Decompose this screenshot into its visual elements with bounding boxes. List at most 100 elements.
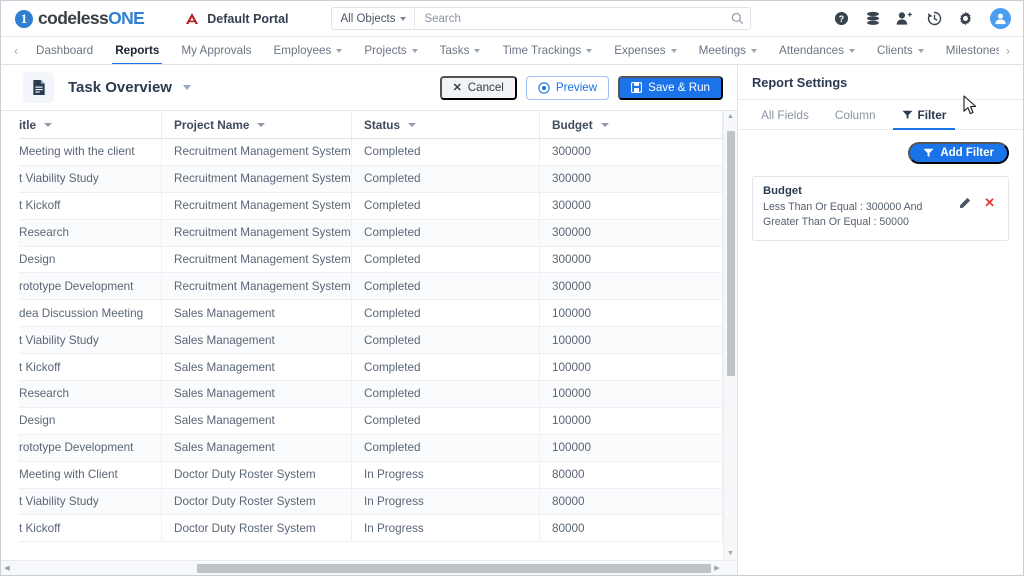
chevron-down-icon <box>586 49 593 53</box>
table-cell: t Kickoff <box>19 515 162 542</box>
table-body: Meeting with the client Recruitment Manag… <box>19 139 723 560</box>
add-filter-button[interactable]: Add Filter <box>908 142 1009 164</box>
user-avatar-icon[interactable] <box>990 8 1011 29</box>
save-and-run-button[interactable]: Save & Run <box>618 75 723 100</box>
title-chevron-down-icon[interactable] <box>182 85 191 90</box>
table-row[interactable]: t Kickoff Sales Management Completed 100000 <box>19 354 723 382</box>
help-icon[interactable]: ? <box>833 10 850 27</box>
nav-item-tasks[interactable]: Tasks <box>429 37 492 64</box>
column-header-title[interactable]: itle <box>19 111 162 138</box>
table-row[interactable]: Meeting with Client Doctor Duty Roster Sy… <box>19 461 723 489</box>
nav-scroll-right-icon[interactable]: › <box>999 37 1017 64</box>
table-row[interactable]: t Kickoff Doctor Duty Roster System In Pro… <box>19 515 723 543</box>
table-row[interactable]: Research Recruitment Management System Com… <box>19 219 723 247</box>
global-search[interactable]: All Objects <box>330 7 751 30</box>
svg-text:?: ? <box>839 14 844 24</box>
search-input[interactable] <box>415 8 726 29</box>
table-row[interactable]: Meeting with the client Recruitment Manag… <box>19 139 723 166</box>
save-and-run-button-label: Save & Run <box>648 81 710 94</box>
table-row[interactable]: dea Discussion Meeting Sales Management Co… <box>19 300 723 328</box>
table-row[interactable]: t Viability Study Sales Management Complet… <box>19 327 723 355</box>
scroll-left-icon[interactable]: ◀ <box>1 564 13 572</box>
table-cell: In Progress <box>352 515 540 542</box>
nav-scroll-left-icon[interactable]: ‹ <box>7 37 25 64</box>
settings-gear-icon[interactable] <box>957 10 974 27</box>
table-cell: Recruitment Management System <box>162 246 352 273</box>
vertical-scroll-thumb[interactable] <box>726 131 735 376</box>
sort-chevron-down-icon[interactable] <box>408 122 417 127</box>
nav-item-dashboard[interactable]: Dashboard <box>25 37 104 64</box>
table-cell: Sales Management <box>162 434 352 461</box>
nav-item-projects[interactable]: Projects <box>353 37 428 64</box>
add-user-icon[interactable] <box>895 10 912 27</box>
table-row[interactable]: t Viability Study Doctor Duty Roster Syst… <box>19 488 723 516</box>
database-icon[interactable] <box>864 10 881 27</box>
nav-item-milestones[interactable]: Milestones <box>935 37 999 64</box>
page-title: Task Overview <box>68 79 172 96</box>
settings-tab-column[interactable]: Column <box>822 100 889 129</box>
settings-tab-label: Column <box>834 107 876 122</box>
scroll-down-icon[interactable]: ▼ <box>727 550 734 557</box>
nav-item-expenses[interactable]: Expenses <box>603 37 687 64</box>
table-row[interactable]: t Kickoff Recruitment Management System Co… <box>19 192 723 220</box>
table-cell: t Kickoff <box>19 354 162 381</box>
table-cell: Recruitment Management System <box>162 165 352 192</box>
settings-tab-filter[interactable]: Filter <box>889 100 960 130</box>
column-header-budget[interactable]: Budget <box>540 111 723 138</box>
sort-chevron-down-icon[interactable] <box>600 122 609 127</box>
search-icon[interactable] <box>726 12 750 25</box>
table-cell: 100000 <box>540 407 723 434</box>
table-row[interactable]: t Viability Study Recruitment Management … <box>19 165 723 193</box>
app-logo[interactable]: 1 codelessONE <box>15 8 145 29</box>
table-cell: Sales Management <box>162 354 352 381</box>
table-cell: Recruitment Management System <box>162 219 352 246</box>
table-cell: 100000 <box>540 327 723 354</box>
portal-label: Default Portal <box>207 11 289 26</box>
table-cell: Research <box>19 219 162 246</box>
chevron-down-icon <box>917 49 924 53</box>
table-horizontal-scrollbar[interactable]: ◀ ▶ <box>1 560 737 575</box>
history-icon[interactable] <box>926 10 943 27</box>
search-scope-dropdown[interactable]: All Objects <box>332 8 416 29</box>
nav-item-time-trackings[interactable]: Time Trackings <box>491 37 603 64</box>
nav-item-employees[interactable]: Employees <box>263 37 354 64</box>
logo-wordmark: codelessONE <box>38 8 145 29</box>
nav-item-meetings[interactable]: Meetings <box>688 37 768 64</box>
scroll-right-icon[interactable]: ▶ <box>711 564 723 572</box>
cancel-button[interactable]: ✕ Cancel <box>439 75 517 100</box>
filter-card: Budget Less Than Or Equal : 300000 And Gre… <box>752 176 1009 241</box>
horizontal-scroll-track[interactable]: ◀ ▶ <box>1 561 723 575</box>
preview-button[interactable]: Preview <box>525 75 610 100</box>
search-scope-label: All Objects <box>340 12 396 25</box>
nav-item-my-approvals[interactable]: My Approvals <box>170 37 262 64</box>
nav-item-attendances[interactable]: Attendances <box>768 37 866 64</box>
table-row[interactable]: Design Recruitment Management System Compl… <box>19 246 723 274</box>
settings-tab-all-fields[interactable]: All Fields <box>748 100 822 129</box>
scroll-up-icon[interactable]: ▲ <box>727 113 734 120</box>
table-cell: Completed <box>352 300 540 327</box>
table-vertical-scrollbar[interactable]: ▲ ▼ <box>723 111 737 560</box>
table-cell: Completed <box>352 327 540 354</box>
delete-x-icon[interactable]: ✕ <box>984 196 995 209</box>
portal-selector[interactable]: Default Portal <box>184 11 289 26</box>
sort-chevron-down-icon[interactable] <box>44 122 53 127</box>
table-row[interactable]: Design Sales Management Completed 100000 <box>19 407 723 435</box>
nav-item-reports[interactable]: Reports <box>104 37 170 64</box>
table-cell: 300000 <box>540 192 723 219</box>
sort-chevron-down-icon[interactable] <box>257 122 266 127</box>
table-cell: 100000 <box>540 354 723 381</box>
column-header-label: Budget <box>552 117 593 132</box>
page-body: Task Overview ✕ Cancel Preview Save & Ru… <box>1 65 1023 575</box>
column-header-status[interactable]: Status <box>352 111 540 138</box>
horizontal-scroll-thumb[interactable] <box>197 563 711 573</box>
table-row[interactable]: rototype Development Sales Management Comp… <box>19 434 723 462</box>
nav-item-clients[interactable]: Clients <box>866 37 935 64</box>
table-row[interactable]: rototype Development Recruitment Manageme… <box>19 273 723 301</box>
pencil-edit-icon[interactable] <box>959 197 971 209</box>
column-header-project-name[interactable]: Project Name <box>162 111 352 138</box>
table-row[interactable]: Research Sales Management Completed 100000 <box>19 381 723 408</box>
table-cell: Completed <box>352 246 540 273</box>
filter-field-name: Budget <box>763 185 802 197</box>
table-cell: Doctor Duty Roster System <box>162 488 352 515</box>
table-cell: rototype Development <box>19 434 162 461</box>
